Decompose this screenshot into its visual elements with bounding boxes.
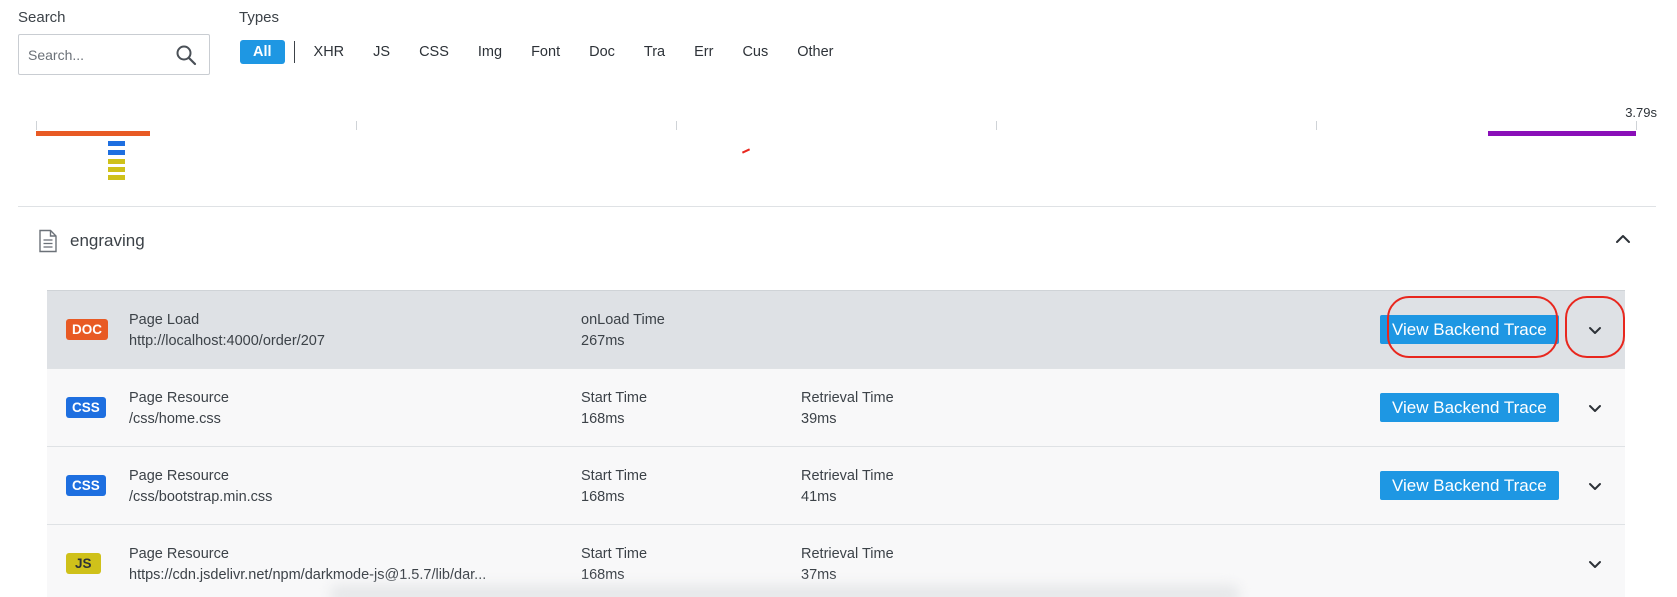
timeline-end-label: 3.79s: [1625, 105, 1657, 120]
chevron-down-icon[interactable]: [1584, 553, 1606, 575]
type-filter-all[interactable]: All: [240, 40, 285, 64]
resource-row[interactable]: CSS Page Resource/css/home.css Start Tim…: [47, 368, 1625, 446]
timeline-bar-js: [108, 167, 125, 172]
timeline-tick: [36, 121, 37, 130]
metric-value: 267ms: [581, 333, 625, 349]
type-badge: JS: [66, 553, 101, 574]
type-filter-divider: [293, 41, 295, 63]
metric-label: Retrieval Time: [801, 468, 894, 484]
resource-kind: Page Load: [129, 312, 200, 328]
metric-label: Retrieval Time: [801, 390, 894, 406]
type-filter-doc[interactable]: Doc: [583, 40, 621, 64]
metric-label: Start Time: [581, 390, 648, 406]
resource-kind: Page Resource: [129, 390, 229, 406]
type-badge: CSS: [66, 475, 106, 496]
type-filter-err[interactable]: Err: [688, 40, 719, 64]
type-filter-cus[interactable]: Cus: [736, 40, 774, 64]
chevron-up-icon[interactable]: [1612, 228, 1634, 250]
metric-value: 37ms: [801, 567, 837, 583]
timeline-marker: [741, 148, 751, 154]
type-badge: CSS: [66, 397, 106, 418]
timeline-bar-css: [108, 150, 125, 155]
metric-label: onLoad Time: [581, 312, 665, 328]
group-header[interactable]: engraving: [38, 226, 145, 256]
search-icon[interactable]: [175, 44, 197, 66]
metric-value: 41ms: [801, 489, 837, 505]
metric-label: Start Time: [581, 546, 648, 562]
timeline-tick: [1636, 121, 1637, 130]
waterfall-timeline[interactable]: 3.79s: [0, 100, 1677, 200]
timeline-bar-js: [108, 159, 125, 164]
timeline-bar-purple: [1488, 131, 1636, 136]
timeline-tick: [996, 121, 997, 130]
timeline-bar-css: [108, 141, 125, 146]
type-filter-bar: All XHR JS CSS Img Font Doc Tra Err Cus …: [240, 39, 857, 65]
chevron-down-icon[interactable]: [1584, 397, 1606, 419]
type-filter-js[interactable]: JS: [367, 40, 396, 64]
timeline-tick: [1316, 121, 1317, 130]
type-filter-img[interactable]: Img: [472, 40, 508, 64]
group-title: engraving: [70, 231, 145, 250]
metric-value: 168ms: [581, 567, 625, 583]
metric-label: Start Time: [581, 468, 648, 484]
document-icon: [39, 229, 57, 253]
resource-kind: Page Resource: [129, 546, 229, 562]
timeline-bar-doc: [36, 131, 150, 136]
metric-value: 168ms: [581, 411, 625, 427]
timeline-bar-js: [108, 175, 125, 180]
chevron-down-icon[interactable]: [1584, 319, 1606, 341]
view-backend-trace-button[interactable]: View Backend Trace: [1380, 471, 1559, 500]
resource-row[interactable]: CSS Page Resource/css/bootstrap.min.css …: [47, 446, 1625, 524]
search-label: Search: [18, 9, 66, 26]
type-filter-css[interactable]: CSS: [413, 40, 455, 64]
chevron-down-icon[interactable]: [1584, 475, 1606, 497]
search-input[interactable]: [28, 44, 168, 66]
resource-row[interactable]: DOC Page Load http://localhost:4000/order…: [47, 290, 1625, 368]
resource-url: /css/bootstrap.min.css: [129, 489, 273, 505]
view-backend-trace-button[interactable]: View Backend Trace: [1380, 393, 1559, 422]
search-box[interactable]: [18, 34, 210, 75]
type-filter-xhr[interactable]: XHR: [308, 40, 351, 64]
resource-url: /css/home.css: [129, 411, 221, 427]
metric-label: Retrieval Time: [801, 546, 894, 562]
timeline-tick: [356, 121, 357, 130]
resource-url: http://localhost:4000/order/207: [129, 333, 325, 349]
type-filter-font[interactable]: Font: [525, 40, 566, 64]
section-divider: [18, 206, 1656, 207]
metric-value: 39ms: [801, 411, 837, 427]
resource-list: DOC Page Load http://localhost:4000/order…: [47, 290, 1625, 597]
resource-kind: Page Resource: [129, 468, 229, 484]
timeline-tick: [676, 121, 677, 130]
view-backend-trace-button[interactable]: View Backend Trace: [1380, 315, 1559, 344]
type-badge: DOC: [66, 319, 108, 340]
type-filter-tra[interactable]: Tra: [638, 40, 671, 64]
metric-value: 168ms: [581, 489, 625, 505]
bottom-shadow: [330, 585, 1240, 597]
type-filter-other[interactable]: Other: [791, 40, 839, 64]
resource-url: https://cdn.jsdelivr.net/npm/darkmode-js…: [129, 567, 487, 583]
types-label: Types: [239, 9, 280, 26]
